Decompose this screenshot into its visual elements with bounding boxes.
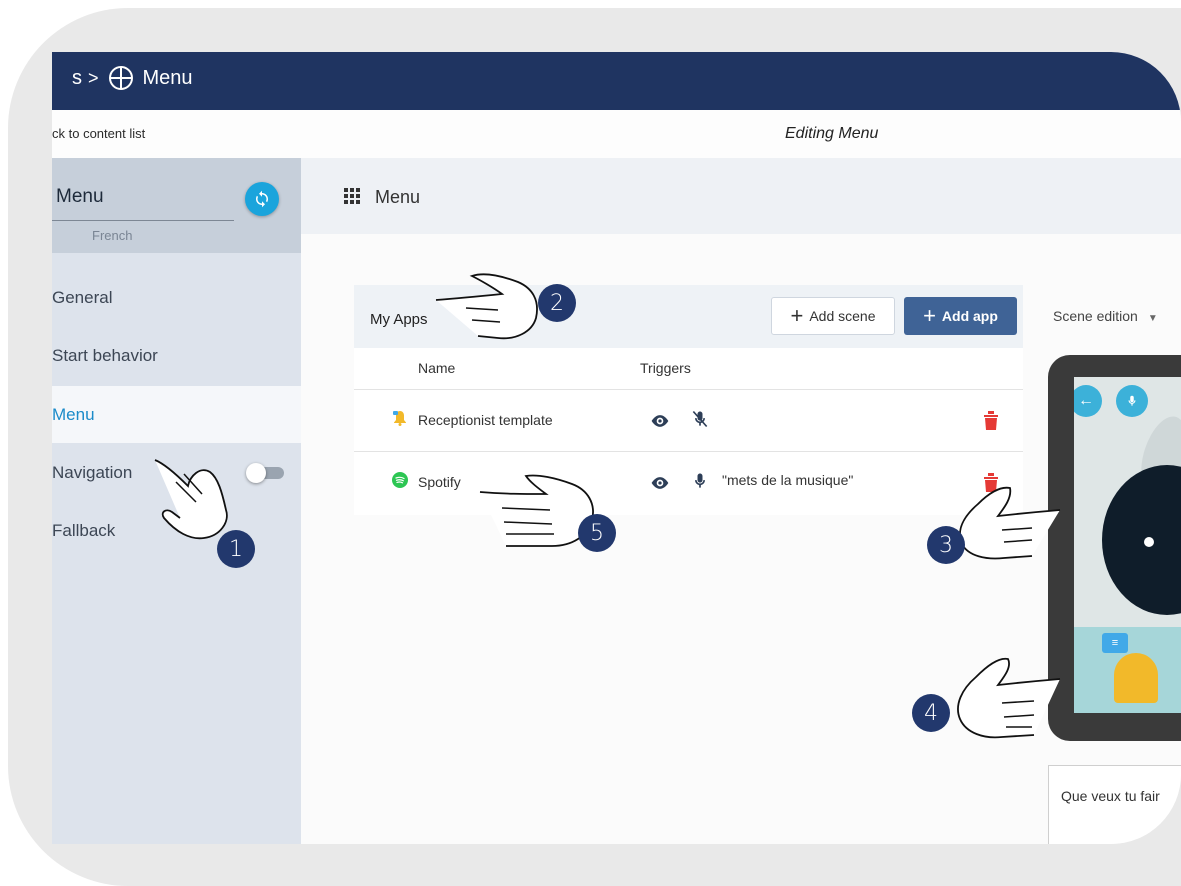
globe-icon (108, 66, 133, 90)
scene-select-value: Scene edition (1053, 308, 1138, 324)
column-header-triggers: Triggers (640, 360, 691, 376)
sidebar-header: Menu French (52, 158, 301, 253)
mic-off-icon[interactable] (690, 408, 710, 430)
page-title: Menu (375, 187, 421, 207)
sidebar-item-general[interactable]: General (52, 269, 301, 326)
pointing-hand-icon (957, 657, 1061, 739)
add-scene-button[interactable]: + Add scene (771, 297, 895, 335)
prompt-text-box[interactable]: Que veux tu fair (1048, 765, 1181, 844)
breadcrumb: s > Menu (72, 66, 193, 90)
sub-header: ck to content list Editing Menu (52, 110, 1181, 159)
mic-icon (1128, 395, 1136, 406)
content-header: Menu (301, 158, 1181, 234)
breadcrumb-separator: > (88, 67, 99, 88)
robot-eye (1144, 537, 1154, 547)
breadcrumb-current: Menu (142, 66, 193, 89)
top-navigation-bar: s > Menu (52, 52, 1181, 110)
add-app-button[interactable]: + Add app (904, 297, 1017, 335)
callout-badge: 3 (927, 526, 965, 564)
mic-button[interactable] (1116, 385, 1148, 417)
callout-badge: 5 (578, 514, 616, 552)
sidebar-item-menu[interactable]: Menu (52, 386, 301, 443)
divider (52, 220, 234, 221)
prompt-text: Que veux tu fair (1061, 788, 1160, 804)
add-app-label: Add app (941, 308, 998, 324)
table-row[interactable]: Receptionist template (354, 389, 1023, 452)
sync-button[interactable] (245, 182, 279, 216)
breadcrumb-parent[interactable]: s (72, 67, 82, 90)
sidebar-item-label: Navigation (52, 463, 133, 482)
plus-icon: + (923, 303, 936, 328)
bell-icon (393, 411, 406, 426)
app-name: Spotify (418, 474, 461, 490)
toggle-knob (246, 463, 266, 483)
eye-icon[interactable] (650, 473, 670, 493)
add-scene-label: Add scene (809, 308, 876, 324)
language-label: French (92, 228, 133, 243)
app-name: Receptionist template (418, 412, 553, 428)
card-title: My Apps (370, 311, 428, 328)
sidebar-title: Menu (56, 186, 104, 207)
sync-icon (256, 190, 268, 208)
scene-select-dropdown[interactable]: Scene edition ▼ (1053, 308, 1158, 324)
sidebar-item-start-behavior[interactable]: Start behavior (52, 327, 301, 384)
pointing-hand-icon (435, 273, 538, 340)
callout-badge: 2 (538, 284, 576, 322)
trigger-phrase: "mets de la musique" (722, 472, 854, 488)
back-arrow-button[interactable]: ← (1074, 385, 1102, 417)
robot-face-image (1102, 465, 1181, 615)
tablet-preview: ← ≡ (1048, 355, 1181, 741)
back-to-content-list-link[interactable]: ck to content list (52, 126, 145, 141)
callout-badge: 4 (912, 694, 950, 732)
navigation-toggle[interactable] (246, 463, 284, 483)
column-header-name: Name (418, 360, 456, 376)
chat-bubble-icon: ≡ (1102, 633, 1128, 653)
chevron-down-icon: ▼ (1147, 313, 1158, 324)
preview-screen: ← ≡ (1074, 377, 1181, 713)
arrow-left-icon: ← (1078, 392, 1094, 409)
apps-grid-icon (344, 188, 360, 204)
spotify-icon (392, 472, 408, 488)
eye-icon[interactable] (650, 411, 670, 431)
mic-icon[interactable] (690, 470, 710, 492)
callout-badge: 1 (217, 530, 255, 568)
bell-icon (1114, 653, 1158, 703)
table-row[interactable]: Spotify "mets de la musique" (354, 451, 1023, 514)
plus-icon: + (790, 303, 804, 328)
trash-icon[interactable] (983, 410, 999, 430)
editing-title: Editing Menu (785, 125, 879, 142)
